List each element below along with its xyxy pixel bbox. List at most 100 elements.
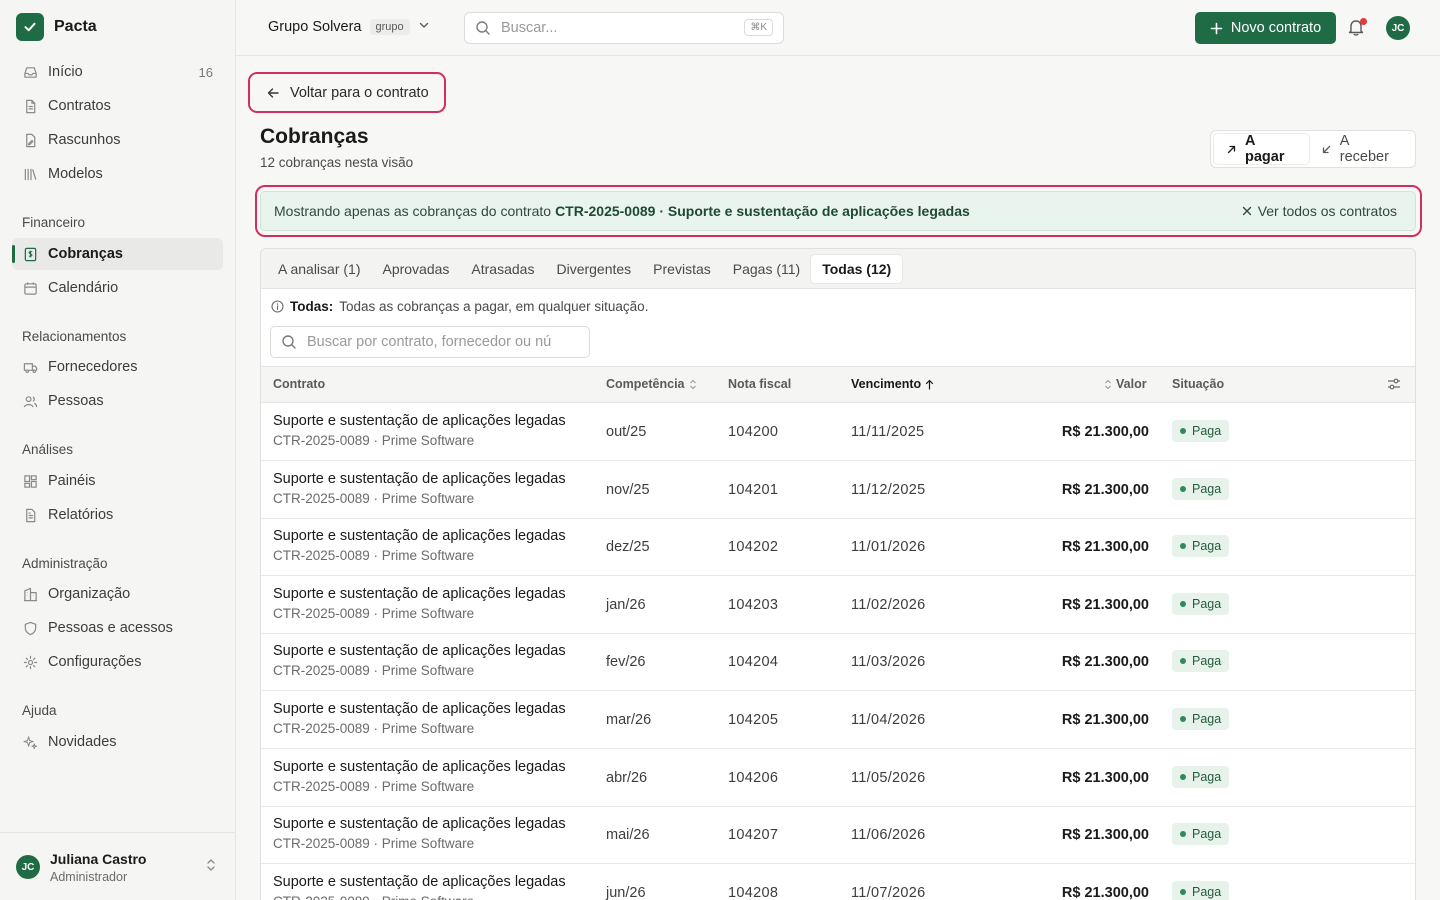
vencimento-cell: 11/03/2026: [851, 654, 926, 671]
avatar[interactable]: JC: [1386, 16, 1410, 40]
contract-title: Suporte e sustentação de aplicações lega…: [273, 528, 566, 545]
contract-title: Suporte e sustentação de aplicações lega…: [273, 758, 566, 775]
search-icon: [475, 20, 491, 36]
brand[interactable]: Pacta: [16, 13, 97, 41]
nota-fiscal-cell: 104208: [728, 884, 779, 900]
contract-title: Suporte e sustentação de aplicações lega…: [273, 585, 566, 602]
status-label: Paga: [1192, 424, 1222, 438]
tab-pagas[interactable]: Pagas (11): [722, 255, 811, 283]
contract-subtitle: CTR-2025-0089 · Prime Software: [273, 490, 475, 506]
status-badge: Paga: [1172, 420, 1230, 442]
back-to-contract-button[interactable]: Voltar para o contrato: [248, 72, 446, 113]
sidebar-item-pessoas[interactable]: Pessoas: [12, 385, 223, 417]
tab-aprovadas[interactable]: Aprovadas: [371, 255, 460, 283]
tab-previstas[interactable]: Previstas: [642, 255, 722, 283]
table-row[interactable]: Suporte e sustentação de aplicações lega…: [261, 864, 1415, 900]
calendar-icon: [22, 280, 38, 296]
column-situacao[interactable]: Situação: [1172, 377, 1224, 391]
valor-cell: R$ 21.300,00: [1061, 884, 1149, 900]
sort-icon: [1104, 379, 1112, 390]
status-dot: [1180, 485, 1186, 492]
toggle-a-pagar[interactable]: A pagar: [1214, 133, 1309, 165]
sidebar-item-novidades[interactable]: Novidades: [12, 726, 223, 758]
contract-filter-banner: Mostrando apenas as cobranças do contrat…: [260, 191, 1416, 231]
org-badge: grupo: [369, 19, 410, 35]
user-menu[interactable]: JC Juliana Castro Administrador: [0, 832, 235, 900]
sidebar-item-label: Fornecedores: [48, 359, 138, 375]
chevron-down-icon: [418, 19, 430, 35]
column-competencia[interactable]: Competência: [606, 377, 697, 391]
table-row[interactable]: Suporte e sustentação de aplicações lega…: [261, 749, 1415, 807]
tab-todas[interactable]: Todas (12): [811, 254, 903, 283]
sidebar-item-contratos[interactable]: Contratos: [12, 90, 223, 122]
column-vencimento[interactable]: Vencimento: [851, 377, 934, 391]
table-search-input[interactable]: Buscar por contrato, fornecedor ou nú: [270, 326, 590, 358]
info-icon: [271, 300, 284, 313]
sort-icon: [689, 379, 697, 390]
contract-title: Suporte e sustentação de aplicações lega…: [273, 701, 566, 717]
contract-subtitle: CTR-2025-0089 · Prime Software: [273, 663, 475, 679]
table-row[interactable]: Suporte e sustentação de aplicações lega…: [261, 691, 1415, 749]
dashboard-icon: [22, 473, 38, 489]
sidebar-item-label: Início: [48, 64, 83, 80]
table-row[interactable]: Suporte e sustentação de aplicações lega…: [261, 576, 1415, 634]
table-row[interactable]: Suporte e sustentação de aplicações lega…: [261, 633, 1415, 692]
new-contract-button[interactable]: Novo contrato: [1195, 12, 1336, 44]
tab-a-analisar[interactable]: A analisar (1): [267, 255, 371, 283]
sidebar-item-paineis[interactable]: Painéis: [12, 465, 223, 497]
sidebar-item-rascunhos[interactable]: Rascunhos: [12, 124, 223, 156]
search-icon: [281, 334, 297, 350]
contract-title: Suporte e sustentação de aplicações lega…: [273, 413, 566, 429]
clear-filter-button[interactable]: Ver todos os contratos: [1242, 203, 1397, 219]
banner-contract: CTR-2025-0089 · Suporte e sustentação de…: [555, 203, 970, 219]
vencimento-cell: 11/02/2026: [851, 596, 926, 613]
file-icon: [22, 98, 38, 114]
sidebar-item-label: Organização: [48, 586, 131, 602]
sidebar-item-organizacao[interactable]: Organização: [12, 578, 223, 610]
users-icon: [22, 393, 38, 409]
table-row[interactable]: Suporte e sustentação de aplicações lega…: [261, 403, 1415, 461]
status-label: Paga: [1192, 712, 1222, 726]
sidebar-item-calendario[interactable]: Calendário: [12, 272, 223, 304]
valor-cell: R$ 21.300,00: [1061, 769, 1149, 786]
sidebar-item-modelos[interactable]: Modelos: [12, 158, 223, 190]
sidebar: Pacta Início 16 Contratos Rascunhos Mode…: [0, 0, 236, 900]
sidebar-item-relatorios[interactable]: Relatórios: [12, 499, 223, 531]
valor-cell: R$ 21.300,00: [1061, 654, 1149, 671]
table-row[interactable]: Suporte e sustentação de aplicações lega…: [261, 518, 1415, 577]
table-row[interactable]: Suporte e sustentação de aplicações lega…: [261, 461, 1415, 519]
contract-subtitle: CTR-2025-0089 · Prime Software: [273, 548, 475, 564]
org-switcher[interactable]: Grupo Solvera grupo: [268, 19, 430, 35]
sidebar-item-inicio[interactable]: Início 16: [12, 56, 223, 88]
tab-atrasadas[interactable]: Atrasadas: [460, 255, 545, 283]
global-search-input[interactable]: Buscar... ⌘K: [464, 12, 784, 44]
competencia-cell: mar/26: [606, 712, 652, 728]
sidebar-item-configuracoes[interactable]: Configurações: [12, 646, 223, 678]
status-dot: [1180, 888, 1186, 895]
vencimento-cell: 11/07/2026: [851, 884, 926, 900]
column-nota-fiscal[interactable]: Nota fiscal: [728, 377, 791, 391]
column-contrato[interactable]: Contrato: [273, 377, 325, 391]
valor-cell: R$ 21.300,00: [1061, 539, 1149, 556]
vencimento-cell: 11/06/2026: [851, 827, 926, 844]
valor-cell: R$ 21.300,00: [1061, 424, 1149, 440]
sidebar-item-label: Calendário: [48, 280, 119, 296]
status-badge: Paga: [1172, 708, 1230, 730]
tab-description: Todas: Todas as cobranças a pagar, em qu…: [271, 299, 648, 314]
column-settings-icon[interactable]: [1387, 377, 1401, 391]
sidebar-item-pessoas-e-acessos[interactable]: Pessoas e acessos: [12, 612, 223, 644]
toggle-a-receber[interactable]: A receber: [1309, 133, 1412, 165]
status-dot: [1180, 543, 1186, 550]
sidebar-item-cobrancas[interactable]: Cobranças: [12, 238, 223, 270]
nota-fiscal-cell: 104206: [728, 769, 779, 786]
tab-divergentes[interactable]: Divergentes: [545, 255, 642, 283]
column-valor[interactable]: Valor: [1104, 377, 1147, 391]
table-row[interactable]: Suporte e sustentação de aplicações lega…: [261, 806, 1415, 865]
section-relacionamentos: Relacionamentos: [22, 329, 127, 344]
column-label: Situação: [1172, 377, 1225, 391]
competencia-cell: out/25: [606, 424, 647, 440]
nota-fiscal-cell: 104205: [728, 712, 779, 728]
valor-cell: R$ 21.300,00: [1061, 596, 1149, 613]
sidebar-item-fornecedores[interactable]: Fornecedores: [12, 351, 223, 383]
sidebar-item-label: Novidades: [48, 734, 117, 750]
